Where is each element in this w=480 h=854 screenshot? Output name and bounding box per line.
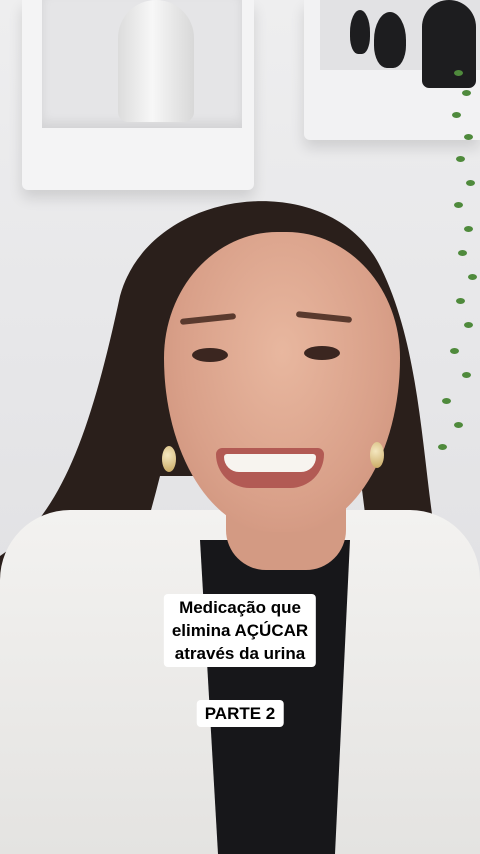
left-eye xyxy=(192,348,228,362)
caption-line: através da urina xyxy=(174,644,306,663)
black-blouse xyxy=(200,540,350,854)
decor-figurine xyxy=(374,12,406,68)
right-eye xyxy=(304,346,340,360)
teeth xyxy=(224,454,316,472)
white-vase xyxy=(118,0,194,122)
left-earring xyxy=(162,446,176,472)
caption-part-label: PARTE 2 xyxy=(196,700,284,727)
decor-figurine xyxy=(350,10,370,54)
caption-line: elimina AÇÚCAR xyxy=(171,621,309,640)
caption-title: Medicação que elimina AÇÚCAR através da … xyxy=(163,594,317,667)
smile xyxy=(216,448,324,488)
caption-line: Medicação que xyxy=(179,598,301,617)
wall-shelf-left xyxy=(22,0,254,190)
right-earring xyxy=(370,442,384,468)
part-label: PARTE 2 xyxy=(204,704,276,723)
